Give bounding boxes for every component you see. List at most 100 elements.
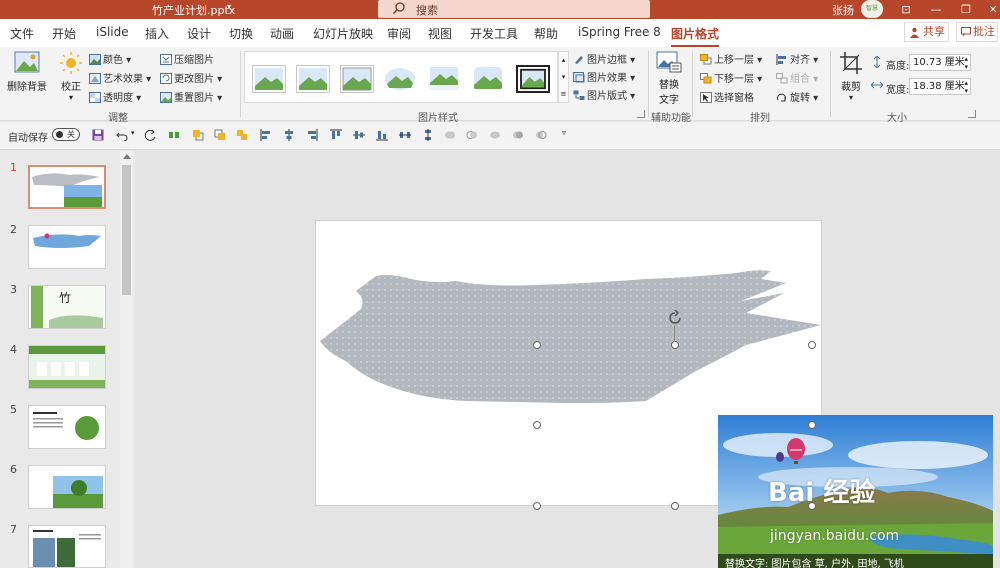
- thumbnails-scrollbar[interactable]: [120, 151, 133, 568]
- resize-handle-bottom-left[interactable]: [533, 502, 541, 510]
- comments-button[interactable]: 批注: [956, 22, 998, 42]
- artistic-effects-button[interactable]: 艺术效果 ▾: [89, 70, 151, 85]
- rotate-button[interactable]: 旋转 ▾: [776, 89, 818, 104]
- distribute-icon[interactable]: [168, 129, 180, 141]
- picture-style-thumbnail[interactable]: [428, 65, 462, 93]
- slide-thumbnail-3[interactable]: 竹: [28, 285, 106, 329]
- ribbon-display-options-button[interactable]: ⊡: [891, 0, 921, 19]
- resize-handle-top-right[interactable]: [808, 341, 816, 349]
- merge-union-icon[interactable]: [444, 129, 456, 141]
- picture-styles-dialog-launcher[interactable]: [637, 110, 645, 118]
- resize-handle-right[interactable]: [808, 421, 816, 429]
- tab-slideshow[interactable]: 幻灯片放映: [313, 25, 373, 42]
- resize-handle-left[interactable]: [533, 421, 541, 429]
- slide-thumbnail-2[interactable]: [28, 225, 106, 269]
- remove-background-button[interactable]: 删除背景: [5, 51, 49, 93]
- align-middle-icon[interactable]: [353, 129, 365, 141]
- title-dropdown-icon[interactable]: ▾: [227, 2, 231, 11]
- bring-forward-button[interactable]: 上移一层 ▾: [700, 51, 762, 66]
- height-field[interactable]: 10.73 厘米 ▴ ▾: [909, 54, 971, 71]
- search-box[interactable]: 搜索: [378, 0, 650, 18]
- picture-style-thumbnail[interactable]: [340, 65, 374, 93]
- resize-handle-top-left[interactable]: [533, 341, 541, 349]
- maximize-button[interactable]: ❐: [951, 0, 981, 19]
- save-icon[interactable]: [92, 129, 104, 141]
- merge-subtract-icon[interactable]: [535, 129, 547, 141]
- slide-thumbnail-6[interactable]: [28, 465, 106, 509]
- tab-picture-format[interactable]: 图片格式: [671, 25, 720, 48]
- align-right-icon[interactable]: [306, 129, 318, 141]
- tab-file[interactable]: 文件: [10, 25, 34, 42]
- slide-thumbnail-4[interactable]: [28, 345, 106, 389]
- color-button[interactable]: 颜色 ▾: [89, 51, 131, 66]
- alt-text-button[interactable]: 替换 文字: [654, 51, 684, 106]
- rotate-handle-icon[interactable]: [667, 310, 683, 326]
- group-objects-button[interactable]: 组合 ▾: [776, 70, 818, 85]
- autosave-toggle[interactable]: 关: [52, 128, 80, 141]
- undo-dropdown-icon[interactable]: ▾: [131, 129, 135, 137]
- merge-combine-icon[interactable]: [466, 129, 478, 141]
- crop-button[interactable]: 裁剪 ▾: [836, 51, 866, 102]
- close-button[interactable]: ✕: [978, 0, 1000, 19]
- share-button[interactable]: 共享: [904, 22, 949, 42]
- width-field[interactable]: 18.38 厘米 ▴ ▾: [909, 78, 971, 95]
- send-backward-button[interactable]: 下移一层 ▾: [700, 70, 762, 85]
- tab-help[interactable]: 帮助: [534, 25, 558, 42]
- tab-review[interactable]: 审阅: [387, 25, 411, 42]
- send-to-back-icon[interactable]: [214, 129, 226, 141]
- resize-handle-bottom[interactable]: [671, 502, 679, 510]
- tab-transitions[interactable]: 切换: [229, 25, 253, 42]
- avatar[interactable]: 智慧: [861, 0, 883, 18]
- scroll-up-icon[interactable]: [123, 154, 131, 159]
- redo-icon[interactable]: [144, 129, 156, 141]
- tab-insert[interactable]: 插入: [145, 25, 169, 42]
- undo-icon[interactable]: [116, 129, 128, 141]
- merge-fragment-icon[interactable]: [489, 129, 501, 141]
- bring-forward-icon: [700, 54, 712, 65]
- selection-pane-button[interactable]: 选择窗格: [700, 89, 754, 104]
- merge-intersect-icon[interactable]: [512, 129, 524, 141]
- picture-effects-label: 图片效果: [587, 73, 627, 84]
- picture-effects-button[interactable]: 图片效果 ▾: [573, 69, 635, 84]
- align-button[interactable]: 对齐 ▾: [776, 51, 818, 66]
- picture-style-thumbnail[interactable]: [296, 65, 330, 93]
- tab-developer[interactable]: 开发工具: [470, 25, 518, 42]
- group-icon[interactable]: [236, 129, 248, 141]
- minimize-button[interactable]: —: [921, 0, 951, 19]
- align-center-icon[interactable]: [283, 129, 295, 141]
- picture-style-thumbnail[interactable]: [384, 65, 418, 93]
- slide-thumbnail-7[interactable]: [28, 525, 106, 568]
- current-slide[interactable]: 替换文字: 图片包含 草, 户外, 田地, 飞机: [315, 220, 993, 568]
- picture-style-thumbnail[interactable]: [472, 65, 506, 93]
- distribute-horizontal-icon[interactable]: [399, 129, 411, 141]
- tab-home[interactable]: 开始: [52, 25, 76, 42]
- customize-qat-icon[interactable]: ▿: [562, 128, 566, 137]
- picture-style-thumbnail[interactable]: [516, 65, 550, 93]
- align-left-icon[interactable]: [260, 129, 272, 141]
- tab-ispring[interactable]: iSpring Free 8: [578, 25, 661, 39]
- picture-style-thumbnail[interactable]: [252, 65, 286, 93]
- user-name[interactable]: 张扬: [832, 2, 854, 18]
- scrollbar-thumb[interactable]: [122, 165, 131, 295]
- tab-design[interactable]: 设计: [187, 25, 211, 42]
- compress-pictures-button[interactable]: 压缩图片: [160, 51, 214, 66]
- reset-picture-button[interactable]: 重置图片 ▾: [160, 89, 222, 104]
- transparency-button[interactable]: 透明度 ▾: [89, 89, 141, 104]
- document-title[interactable]: 竹产业计划.pptx: [152, 2, 235, 18]
- tab-animations[interactable]: 动画: [270, 25, 294, 42]
- align-bottom-icon[interactable]: [376, 129, 388, 141]
- tab-islide[interactable]: iSlide: [96, 25, 129, 39]
- size-dialog-launcher[interactable]: [968, 110, 976, 118]
- align-top-icon[interactable]: [330, 129, 342, 141]
- distribute-vertical-icon[interactable]: [422, 129, 434, 141]
- picture-layout-button[interactable]: 图片版式 ▾: [573, 87, 635, 102]
- gallery-scroll[interactable]: ▴ ▾ ≡: [558, 51, 569, 103]
- resize-handle-top[interactable]: [671, 341, 679, 349]
- change-picture-button[interactable]: 更改图片 ▾: [160, 70, 222, 85]
- bring-to-front-icon[interactable]: [192, 129, 204, 141]
- slide-thumbnail-5[interactable]: [28, 405, 106, 449]
- slide-thumbnail-1[interactable]: [28, 165, 106, 209]
- picture-border-button[interactable]: 图片边框 ▾: [573, 51, 635, 66]
- tab-view[interactable]: 视图: [428, 25, 452, 42]
- corrections-button[interactable]: 校正 ▾: [57, 51, 85, 102]
